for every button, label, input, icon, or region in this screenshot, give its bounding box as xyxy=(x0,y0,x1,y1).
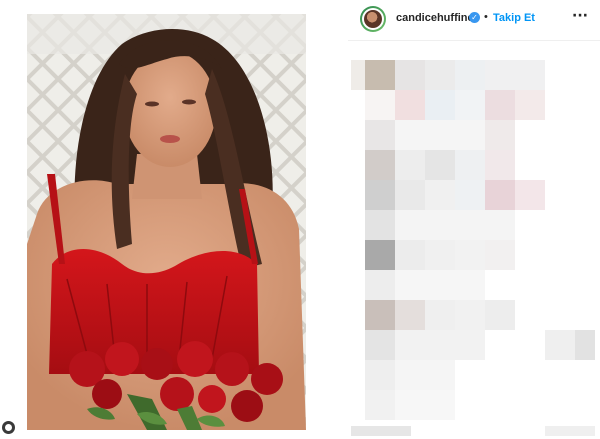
post-header: candicehuffine ✓ • Takip Et ··· xyxy=(348,0,600,41)
verified-badge-icon: ✓ xyxy=(469,12,480,23)
avatar-ring xyxy=(362,8,384,30)
blurred-comments-area xyxy=(351,60,595,436)
avatar[interactable] xyxy=(360,6,386,32)
avatar-image xyxy=(364,10,382,28)
post-sidebar: candicehuffine ✓ • Takip Et ··· xyxy=(348,0,600,439)
post-photo[interactable] xyxy=(27,14,306,430)
post-photo-art xyxy=(27,14,306,430)
more-options-icon[interactable]: ··· xyxy=(572,8,588,24)
blurred-comment-rows xyxy=(351,60,595,436)
instagram-post-view: candicehuffine ✓ • Takip Et ··· xyxy=(0,0,600,439)
follow-button[interactable]: Takip Et xyxy=(493,12,535,24)
username-link[interactable]: candicehuffine xyxy=(396,12,474,24)
user-icon xyxy=(2,421,15,434)
header-separator: • xyxy=(484,11,488,23)
